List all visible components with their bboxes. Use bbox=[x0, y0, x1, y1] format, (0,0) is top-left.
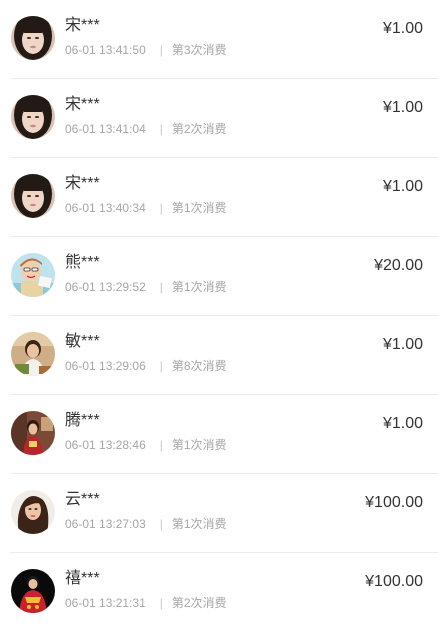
meta-separator: | bbox=[159, 122, 163, 136]
transaction-time: 06-01 13:28:46 bbox=[65, 438, 146, 452]
customer-name: 宋*** bbox=[65, 96, 100, 113]
customer-name: 熊*** bbox=[65, 254, 100, 271]
transaction-meta: 06-01 13:41:04 | 第2次消费 bbox=[65, 120, 227, 138]
visit-count: 第2次消费 bbox=[171, 596, 227, 610]
visit-count: 第1次消费 bbox=[171, 438, 227, 452]
visit-count: 第3次消费 bbox=[171, 43, 227, 57]
transaction-time: 06-01 13:27:03 bbox=[65, 517, 146, 531]
list-item[interactable]: 宋*** 06-01 13:41:04 | 第2次消费 ¥1.00 bbox=[0, 79, 438, 158]
meta-separator: | bbox=[159, 43, 163, 57]
transaction-amount: ¥1.00 bbox=[382, 178, 423, 195]
visit-count: 第2次消费 bbox=[171, 122, 227, 136]
visit-count: 第1次消费 bbox=[171, 201, 227, 215]
transaction-meta: 06-01 13:41:50 | 第3次消费 bbox=[65, 41, 227, 59]
transaction-time: 06-01 13:29:06 bbox=[65, 359, 146, 373]
transaction-meta: 06-01 13:21:31 | 第2次消费 bbox=[65, 594, 227, 612]
transaction-meta: 06-01 13:29:52 | 第1次消费 bbox=[65, 278, 227, 296]
transaction-amount: ¥1.00 bbox=[382, 99, 423, 116]
transaction-amount: ¥20.00 bbox=[374, 257, 423, 274]
meta-separator: | bbox=[159, 280, 163, 294]
list-item[interactable]: 腾*** 06-01 13:28:46 | 第1次消费 ¥1.00 bbox=[0, 395, 438, 474]
visit-count: 第1次消费 bbox=[171, 280, 227, 294]
list-item[interactable]: 宋*** 06-01 13:40:34 | 第1次消费 ¥1.00 bbox=[0, 158, 438, 237]
meta-separator: | bbox=[159, 201, 163, 215]
meta-separator: | bbox=[159, 517, 163, 531]
transaction-meta: 06-01 13:28:46 | 第1次消费 bbox=[65, 436, 227, 454]
customer-name: 宋*** bbox=[65, 17, 100, 34]
avatar bbox=[11, 569, 55, 613]
list-item[interactable]: 禧*** 06-01 13:21:31 | 第2次消费 ¥100.00 bbox=[0, 553, 438, 627]
visit-count: 第8次消费 bbox=[171, 359, 227, 373]
transaction-time: 06-01 13:40:34 bbox=[65, 201, 146, 215]
transaction-amount: ¥100.00 bbox=[365, 573, 423, 590]
avatar bbox=[11, 174, 55, 218]
transaction-meta: 06-01 13:29:06 | 第8次消费 bbox=[65, 357, 227, 375]
avatar bbox=[11, 16, 55, 60]
avatar bbox=[11, 253, 55, 297]
meta-separator: | bbox=[159, 438, 163, 452]
list-item[interactable]: 敏*** 06-01 13:29:06 | 第8次消费 ¥1.00 bbox=[0, 316, 438, 395]
list-item[interactable]: 熊*** 06-01 13:29:52 | 第1次消费 ¥20.00 bbox=[0, 237, 438, 316]
avatar bbox=[11, 411, 55, 455]
transaction-time: 06-01 13:29:52 bbox=[65, 280, 146, 294]
transaction-list: 宋*** 06-01 13:41:50 | 第3次消费 ¥1.00 宋*** 06-… bbox=[0, 0, 438, 627]
transaction-time: 06-01 13:41:50 bbox=[65, 43, 146, 57]
avatar bbox=[11, 95, 55, 139]
list-item[interactable]: 宋*** 06-01 13:41:50 | 第3次消费 ¥1.00 bbox=[0, 0, 438, 79]
customer-name: 禧*** bbox=[65, 570, 100, 587]
avatar bbox=[11, 490, 55, 534]
transaction-meta: 06-01 13:40:34 | 第1次消费 bbox=[65, 199, 227, 217]
visit-count: 第1次消费 bbox=[171, 517, 227, 531]
transaction-amount: ¥1.00 bbox=[382, 336, 423, 353]
avatar bbox=[11, 332, 55, 376]
customer-name: 云*** bbox=[65, 491, 100, 508]
transaction-time: 06-01 13:21:31 bbox=[65, 596, 146, 610]
customer-name: 敏*** bbox=[65, 333, 100, 350]
transaction-meta: 06-01 13:27:03 | 第1次消费 bbox=[65, 515, 227, 533]
transaction-time: 06-01 13:41:04 bbox=[65, 122, 146, 136]
transaction-amount: ¥100.00 bbox=[365, 494, 423, 511]
transaction-amount: ¥1.00 bbox=[382, 20, 423, 37]
list-item[interactable]: 云*** 06-01 13:27:03 | 第1次消费 ¥100.00 bbox=[0, 474, 438, 553]
customer-name: 宋*** bbox=[65, 175, 100, 192]
customer-name: 腾*** bbox=[65, 412, 100, 429]
meta-separator: | bbox=[159, 359, 163, 373]
meta-separator: | bbox=[159, 596, 163, 610]
transaction-amount: ¥1.00 bbox=[382, 415, 423, 432]
